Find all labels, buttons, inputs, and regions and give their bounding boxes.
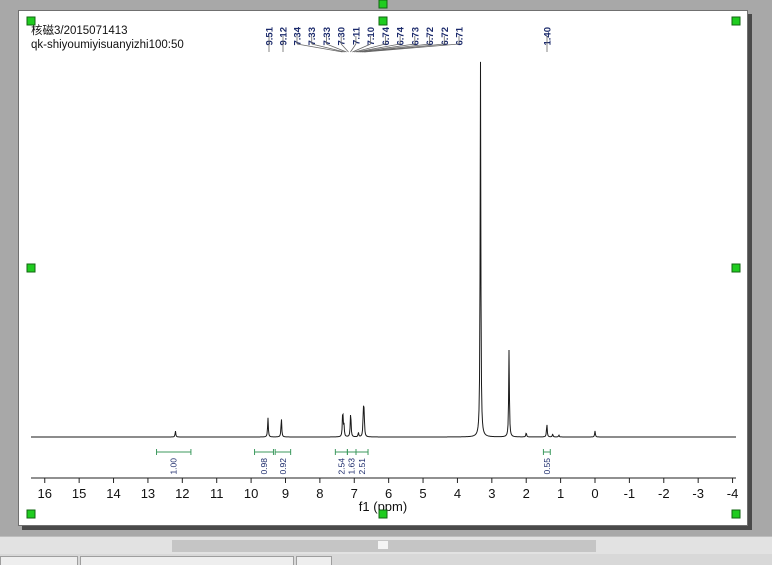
integral-value: 1.00 <box>169 458 179 475</box>
resize-handle[interactable] <box>731 509 741 519</box>
spectrum-trace <box>31 61 736 438</box>
peak-label: 7.10 <box>366 27 377 46</box>
title-line-1: 核磁3/2015071413 <box>31 23 128 37</box>
selection-handles[interactable] <box>26 0 741 519</box>
x-tick-label: 11 <box>210 486 224 501</box>
x-tick-label: 9 <box>282 486 289 501</box>
x-tick-label: 7 <box>351 486 358 501</box>
plot-area <box>31 61 736 438</box>
bottom-tab-strip <box>0 554 772 565</box>
peak-label: 7.11 <box>351 26 362 45</box>
x-tick-label: -1 <box>624 486 636 501</box>
resize-handle[interactable] <box>26 16 36 26</box>
peak-label: 9.51 <box>265 26 276 45</box>
x-tick-label: 13 <box>141 486 155 501</box>
x-tick-label: -4 <box>727 486 739 501</box>
x-tick-label: 3 <box>488 486 495 501</box>
spectrum-title: 核磁3/2015071413 qk-shiyoumiyisuanyizhi100… <box>31 23 184 51</box>
document-tab-1[interactable] <box>0 556 78 565</box>
resize-handle[interactable] <box>378 509 388 519</box>
peak-labels: 9.51 9.12 7.34 7.33 7.33 7.30 7.11 7.10 6.74 6.74… <box>265 26 554 53</box>
resize-handle[interactable] <box>731 263 741 273</box>
x-tick-label: 14 <box>106 486 120 501</box>
resize-handle[interactable] <box>26 509 36 519</box>
peak-label: 6.73 <box>410 27 421 46</box>
peak-label: 6.72 <box>440 27 451 46</box>
resize-handle[interactable] <box>378 0 388 9</box>
peak-label: 7.30 <box>337 27 348 46</box>
spectrum-chart: 核磁3/2015071413 qk-shiyoumiyisuanyizhi100… <box>26 0 741 519</box>
integral-value: 0.92 <box>278 458 288 475</box>
peak-label: 7.34 <box>293 26 304 45</box>
scrollbar-grip-icon[interactable] <box>378 541 388 549</box>
integral-value: 0.55 <box>542 458 552 475</box>
x-tick-label: 16 <box>38 486 52 501</box>
x-tick-label: 2 <box>523 486 530 501</box>
resize-handle[interactable] <box>731 16 741 26</box>
x-tick-label: -2 <box>658 486 670 501</box>
x-tick-label: 10 <box>244 486 258 501</box>
x-axis: 16 15 14 13 12 11 10 9 8 7 6 5 4 3 2 1 0 -1 -2 -3 -4 <box>31 477 739 501</box>
peak-label: 7.33 <box>322 27 333 46</box>
document-tab-3[interactable] <box>296 556 332 565</box>
x-tick-label: 8 <box>316 486 323 501</box>
peak-label: 7.33 <box>307 27 318 46</box>
peak-label: 1.40 <box>543 27 554 46</box>
resize-handle[interactable] <box>378 16 388 26</box>
peak-label: 6.74 <box>396 26 407 45</box>
resize-handle[interactable] <box>26 263 36 273</box>
x-tick-label: 4 <box>454 486 461 501</box>
title-line-2: qk-shiyoumiyisuanyizhi100:50 <box>31 39 184 51</box>
x-tick-label: 15 <box>72 486 86 501</box>
x-tick-label: 12 <box>175 486 189 501</box>
horizontal-scrollbar[interactable] <box>0 536 772 554</box>
integral-value: 1.63 <box>347 458 357 475</box>
peak-label: 6.71 <box>455 26 466 45</box>
x-tick-label: 0 <box>591 486 598 501</box>
x-tick-label: -3 <box>692 486 704 501</box>
integral-value: 2.54 <box>336 458 346 475</box>
peak-label: 6.74 <box>381 26 392 45</box>
peak-label: 9.12 <box>279 27 290 46</box>
integrals: 1.00 0.98 0.92 2.54 1.63 2.51 0.55 <box>156 449 552 475</box>
x-tick-label: 5 <box>419 486 426 501</box>
peak-label: 6.72 <box>425 27 436 46</box>
nmr-viewer-window: 核磁3/2015071413 qk-shiyoumiyisuanyizhi100… <box>0 0 772 565</box>
document-tab-2[interactable] <box>80 556 294 565</box>
x-tick-label: 1 <box>557 486 564 501</box>
integral-value: 2.51 <box>357 458 367 475</box>
integral-value: 0.98 <box>259 458 269 475</box>
